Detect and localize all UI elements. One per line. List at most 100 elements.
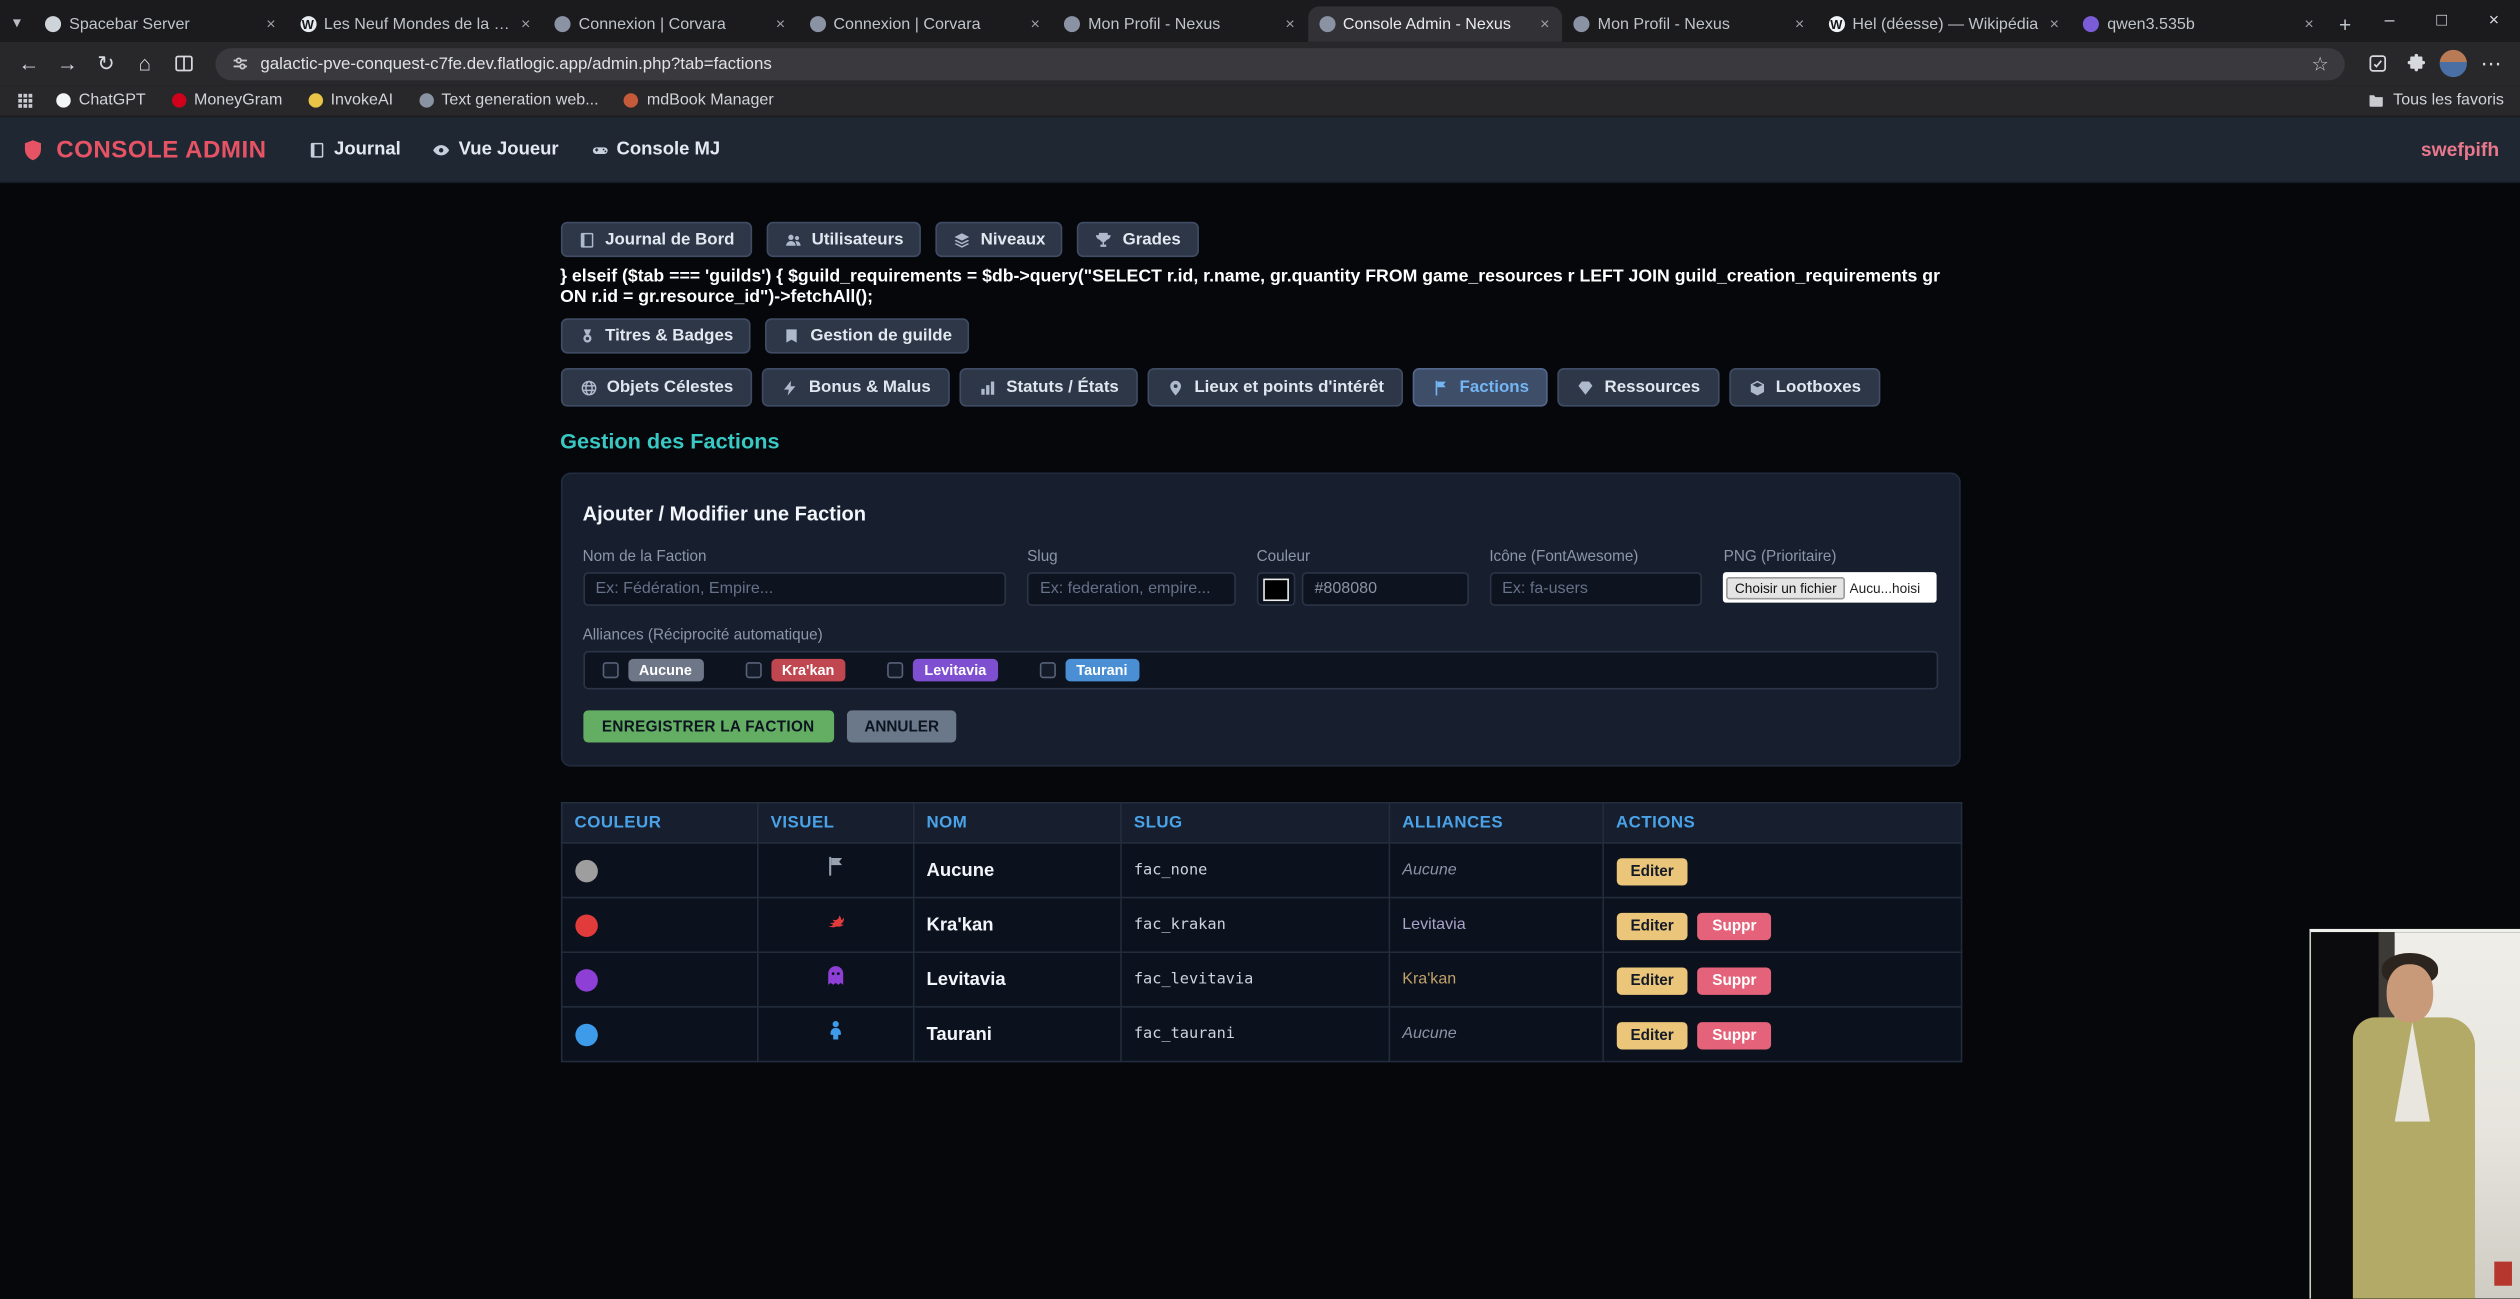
tab-bonus-malus[interactable]: Bonus & Malus [762,369,950,408]
alliance-checkbox[interactable] [1039,663,1055,679]
favorite-star-icon[interactable]: ☆ [2311,52,2328,75]
tab-favicon [45,16,61,32]
forward-button[interactable]: → [48,46,87,81]
niveaux-button[interactable]: Niveaux [936,222,1063,257]
journal-de-bord-button[interactable]: Journal de Bord [560,222,752,257]
site-info-icon[interactable] [231,55,249,73]
browser-tab[interactable]: qwen3.535b× [2072,6,2327,41]
url-text[interactable]: galactic-pve-conquest-c7fe.dev.flatlogic… [260,54,2300,73]
medal-icon [578,328,596,346]
column-header: SLUG [1120,803,1388,843]
tab-close-icon[interactable]: × [774,15,787,33]
browser-tab[interactable]: WHel (déesse) — Wikipédia× [1817,6,2072,41]
refresh-button[interactable]: ↻ [87,46,126,81]
color-hex-input[interactable] [1302,573,1469,607]
delete-button[interactable]: Suppr [1698,913,1771,940]
maximize-button[interactable]: □ [2416,0,2468,42]
browser-tab[interactable]: WLes Neuf Mondes de la Mytho...× [289,6,544,41]
person-icon [824,1020,847,1043]
bookmark-item[interactable]: MoneyGram [171,92,282,110]
edit-button[interactable]: Editer [1616,913,1688,940]
alliance-checkbox[interactable] [745,663,761,679]
alliance-option[interactable]: Levitavia [887,660,997,683]
titres-badges-button[interactable]: Titres & Badges [560,319,751,354]
cell-couleur [561,898,757,953]
tab-ressources[interactable]: Ressources [1558,369,1720,408]
tab-label: Statuts / États [1006,378,1119,397]
edit-button[interactable]: Editer [1616,968,1688,995]
tab-lootboxes[interactable]: Lootboxes [1729,369,1880,408]
apps-grid-icon[interactable] [16,92,34,110]
bookmark-item[interactable]: mdBook Manager [624,92,773,110]
browser-tab[interactable]: Connexion | Corvara× [798,6,1053,41]
tab-title: Hel (déesse) — Wikipédia [1852,15,2040,33]
bookmark-item[interactable]: ChatGPT [56,92,145,110]
username[interactable]: swefpifh [2421,138,2499,161]
profile-avatar[interactable] [2440,50,2467,77]
cancel-button[interactable]: ANNULER [847,711,957,743]
tab-search-button[interactable]: ▾ [0,5,34,40]
icon-input[interactable] [1489,573,1702,607]
tab-close-icon[interactable]: × [1029,15,1042,33]
tab-favicon [1574,16,1590,32]
header-nav-console-mj[interactable]: Console MJ [591,140,720,159]
png-label: PNG (Prioritaire) [1724,549,1938,567]
minimize-button[interactable]: – [2363,0,2415,42]
utilisateurs-button[interactable]: Utilisateurs [767,222,922,257]
bookmark-item[interactable]: InvokeAI [308,92,393,110]
tab-title: Les Neuf Mondes de la Mytho... [324,15,512,33]
browser-tab[interactable]: Mon Profil - Nexus× [1053,6,1308,41]
tab-close-icon[interactable]: × [519,15,532,33]
tab-objets-celestes[interactable]: Objets Célestes [560,369,753,408]
back-button[interactable]: ← [10,46,49,81]
bookmark-item[interactable]: Text generation web... [419,92,599,110]
tab-close-icon[interactable]: × [2048,15,2061,33]
browser-essentials-icon[interactable] [2358,46,2397,81]
all-favorites-button[interactable]: Tous les favoris [2367,92,2503,110]
alliance-option[interactable]: Kra'kan [745,660,846,683]
grades-button[interactable]: Grades [1078,222,1199,257]
faction-name-input[interactable] [583,573,1007,607]
alliance-checkbox[interactable] [887,663,903,679]
cell-nom: Taurani [913,1007,1120,1062]
alliance-option[interactable]: Aucune [602,660,703,683]
file-input[interactable]: Choisir un fichier Aucu...hoisi [1724,573,1938,604]
tab-close-icon[interactable]: × [1538,15,1551,33]
browser-tab[interactable]: Spacebar Server× [34,6,289,41]
tab-lieux-poi[interactable]: Lieux et points d'intérêt [1148,369,1404,408]
tab-label: Objets Célestes [607,378,734,397]
delete-button[interactable]: Suppr [1698,1023,1771,1050]
tab-close-icon[interactable]: × [1793,15,1806,33]
browser-toolbar: ← → ↻ ⌂ galactic-pve-conquest-c7fe.dev.f… [0,42,2520,85]
extensions-icon[interactable] [2396,46,2435,81]
address-bar[interactable]: galactic-pve-conquest-c7fe.dev.flatlogic… [215,47,2344,79]
save-faction-button[interactable]: ENREGISTRER LA FACTION [583,711,834,743]
tab-close-icon[interactable]: × [2303,15,2316,33]
edit-button[interactable]: Editer [1616,859,1688,886]
tab-close-icon[interactable]: × [265,15,278,33]
file-choose-button[interactable]: Choisir un fichier [1727,577,1845,600]
color-picker[interactable] [1257,573,1296,607]
quick-buttons-row: Journal de Bord Utilisateurs Niveaux Grades [560,183,1960,257]
header-nav-journal[interactable]: Journal [308,140,400,159]
gestion-guilde-button[interactable]: Gestion de guilde [765,319,969,354]
browser-tab[interactable]: Connexion | Corvara× [543,6,798,41]
alliance-option[interactable]: Taurani [1039,660,1138,683]
close-button[interactable]: × [2468,0,2520,42]
split-screen-icon[interactable] [164,46,203,81]
browser-tab[interactable]: Console Admin - Nexus× [1308,6,1563,41]
settings-menu-icon[interactable]: ⋯ [2472,46,2511,81]
pip-video[interactable] [2309,929,2520,1299]
flag-icon [1432,379,1450,397]
header-nav-vue-joueur[interactable]: Vue Joueur [433,140,559,159]
tab-factions[interactable]: Factions [1413,369,1548,408]
slug-input[interactable] [1027,573,1236,607]
browser-tab[interactable]: Mon Profil - Nexus× [1562,6,1817,41]
home-button[interactable]: ⌂ [125,46,164,81]
delete-button[interactable]: Suppr [1698,968,1771,995]
tab-close-icon[interactable]: × [1284,15,1297,33]
edit-button[interactable]: Editer [1616,1023,1688,1050]
new-tab-button[interactable]: + [2327,6,2364,41]
tab-statuts-etats[interactable]: Statuts / États [960,369,1138,408]
alliance-checkbox[interactable] [602,663,618,679]
